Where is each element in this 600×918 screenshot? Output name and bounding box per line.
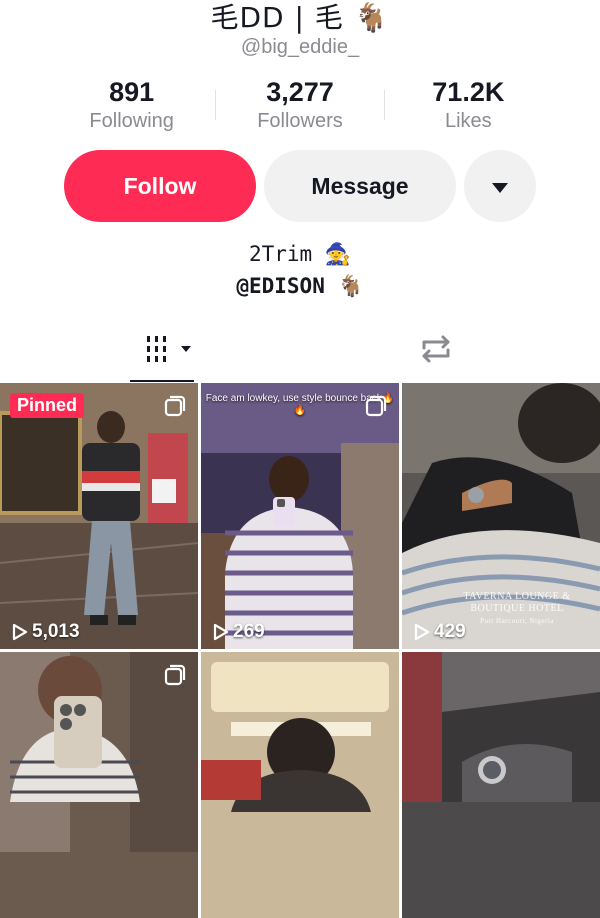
video-thumbnail[interactable]: Pinned 5,013 — [0, 383, 198, 649]
venue-sign-line-1: TAVERNA LOUNGE & — [463, 591, 571, 602]
message-button[interactable]: Message — [264, 150, 456, 222]
multi-clip-icon — [365, 395, 387, 417]
stat-followers-label: Followers — [257, 110, 343, 132]
profile-tabs — [0, 316, 600, 382]
profile-username: @big_eddie_ — [240, 36, 360, 58]
venue-sign-line-2: BOUTIQUE HOTEL — [470, 603, 564, 614]
video-thumbnail[interactable] — [201, 652, 399, 918]
video-thumbnail-image — [201, 652, 399, 918]
play-icon — [414, 623, 430, 641]
multi-clip-icon — [164, 395, 186, 417]
video-thumbnail-image — [0, 383, 198, 649]
caret-down-icon — [492, 183, 508, 193]
play-icon — [12, 623, 28, 641]
view-count-value: 5,013 — [32, 621, 80, 642]
stat-followers[interactable]: 3,277 Followers — [216, 76, 383, 136]
stat-following-value: 891 — [109, 77, 155, 107]
tab-videos[interactable] — [130, 316, 210, 382]
stat-followers-value: 3,277 — [266, 77, 334, 107]
follow-button[interactable]: Follow — [64, 150, 256, 222]
multi-clip-icon — [164, 664, 186, 686]
video-thumbnail[interactable] — [402, 652, 600, 918]
video-thumbnail[interactable] — [0, 652, 198, 918]
view-count: 269 — [213, 621, 265, 643]
suggested-accounts-button[interactable] — [464, 150, 536, 222]
stat-likes-label: Likes — [444, 110, 492, 132]
stat-following-label: Following — [89, 110, 174, 132]
repost-icon — [422, 335, 450, 363]
view-count: 5,013 — [12, 621, 80, 643]
active-tab-indicator — [130, 380, 194, 382]
play-icon — [213, 623, 229, 641]
stat-following[interactable]: 891 Following — [48, 76, 215, 136]
video-thumbnail-image — [402, 652, 600, 918]
grid-icon — [147, 336, 191, 362]
bio-line-2: @EDISON 🐐 — [236, 274, 364, 298]
stat-likes[interactable]: 71.2K Likes — [385, 76, 552, 136]
video-thumbnail[interactable]: Face am lowkey, use style bounce back🔥🔥 … — [201, 383, 399, 649]
tab-reposts[interactable] — [398, 316, 478, 382]
bio-line-1: 2Trim 🧙 — [248, 242, 351, 266]
view-count-value: 429 — [434, 621, 466, 642]
video-thumbnail[interactable]: TAVERNA LOUNGE & BOUTIQUE HOTEL Port Har… — [402, 383, 600, 649]
video-thumbnail-image — [201, 383, 399, 649]
profile-display-name: 毛DD | 毛 🐐 — [210, 1, 390, 34]
stat-likes-value: 71.2K — [432, 77, 505, 107]
view-count-value: 269 — [233, 621, 265, 642]
profile-stats: 891 Following 3,277 Followers 71.2K Like… — [48, 76, 552, 136]
pinned-badge: Pinned — [10, 393, 85, 418]
video-thumbnail-image — [0, 652, 198, 918]
view-count: 429 — [414, 621, 466, 643]
